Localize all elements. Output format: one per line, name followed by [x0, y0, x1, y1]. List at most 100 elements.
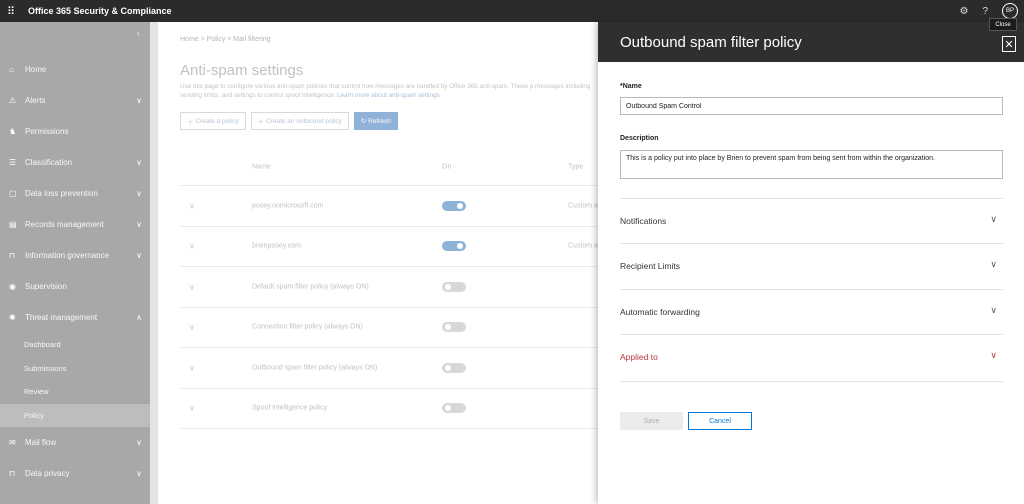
- nav-scrollbar[interactable]: [150, 22, 158, 504]
- chevron-down-icon[interactable]: ∨: [189, 201, 195, 210]
- policy-toggle: [442, 322, 466, 333]
- refresh-label: Refresh: [368, 117, 391, 125]
- nav-item-records-management[interactable]: ▤ Records management ∨: [0, 209, 150, 240]
- policy-toggle: [442, 281, 466, 292]
- chevron-down-icon: ∨: [990, 350, 997, 360]
- close-tooltip: Close: [989, 18, 1017, 31]
- column-header-type[interactable]: Type: [568, 163, 583, 170]
- policy-name: Connection filter policy (always ON): [252, 323, 363, 331]
- chevron-down-icon[interactable]: ∨: [189, 404, 195, 413]
- close-button[interactable]: ✕: [1002, 36, 1016, 52]
- panel-header: Outbound spam filter policy ✕: [598, 22, 1024, 62]
- section-applied-to[interactable]: Applied to ∨: [620, 334, 1003, 379]
- classification-icon: ☰: [9, 158, 17, 167]
- table-row[interactable]: ∨ brienposey.com Custom a: [180, 227, 598, 267]
- nav-subitem-policy[interactable]: Policy: [0, 403, 150, 427]
- table-row[interactable]: ∨ Connection filter policy (always ON): [180, 308, 598, 348]
- main-content: Home > Policy > Mail filtering Anti-spam…: [158, 22, 598, 504]
- chevron-down-icon: ∨: [136, 96, 142, 105]
- gear-icon[interactable]: ⚙: [959, 6, 968, 17]
- alert-icon: ⚠: [9, 96, 17, 105]
- chevron-down-icon: ∨: [990, 305, 997, 315]
- home-icon: ⌂: [9, 65, 14, 74]
- nav-item-supervision[interactable]: ◉ Supervision: [0, 271, 150, 302]
- save-button[interactable]: Save: [620, 412, 683, 430]
- section-notifications[interactable]: Notifications ∨: [620, 198, 1003, 243]
- eye-icon: ◉: [9, 282, 16, 291]
- panel-title: Outbound spam filter policy: [620, 34, 802, 51]
- policy-toggle[interactable]: [442, 241, 466, 252]
- nav-item-threat-management[interactable]: ✺ Threat management ∧: [0, 302, 150, 333]
- nav-item-data-loss-prevention[interactable]: ▢ Data loss prevention ∨: [0, 178, 150, 209]
- plus-icon: ＋: [257, 119, 266, 126]
- biohazard-icon: ✺: [9, 313, 16, 322]
- section-recipient-limits[interactable]: Recipient Limits ∨: [620, 243, 1003, 288]
- nav-subitem-review[interactable]: Review: [0, 380, 150, 404]
- section-automatic-forwarding[interactable]: Automatic forwarding ∨: [620, 289, 1003, 334]
- column-header-on[interactable]: On: [442, 163, 451, 170]
- left-nav: ‹ ⌂ Home ⚠ Alerts ∨ ♞ Permissions ☰ Classific…: [0, 22, 150, 504]
- chevron-down-icon[interactable]: ∨: [189, 282, 195, 291]
- dlp-icon: ▢: [9, 189, 17, 198]
- table-row[interactable]: ∨ posey.onmicrosoft.com Custom a: [180, 186, 598, 227]
- learn-more-link[interactable]: Learn more about anti-spam settings: [337, 92, 440, 99]
- section-label: Applied to: [620, 352, 658, 362]
- refresh-button[interactable]: ↻ Refresh: [353, 112, 398, 130]
- section-label: Recipient Limits: [620, 261, 680, 271]
- nav-item-home[interactable]: ⌂ Home: [0, 54, 150, 85]
- description-textarea[interactable]: This is a policy put into place by Brien…: [620, 150, 1003, 179]
- create-policy-button[interactable]: ＋ Create a policy: [180, 112, 246, 130]
- create-outbound-policy-button[interactable]: ＋ Create an outbound policy: [250, 112, 349, 130]
- column-header-name[interactable]: Name: [252, 163, 271, 170]
- create-outbound-policy-label: Create an outbound policy: [265, 117, 342, 125]
- table-header: Name On Type: [180, 148, 598, 186]
- table-row[interactable]: ∨ Outbound spam filter policy (always ON…: [180, 348, 598, 389]
- chevron-down-icon: ∨: [990, 214, 997, 224]
- nav-item-label: Alerts: [25, 96, 46, 105]
- policy-toggle[interactable]: [442, 200, 466, 211]
- help-icon[interactable]: ?: [982, 6, 988, 17]
- chevron-down-icon: ∨: [990, 259, 997, 269]
- nav-item-data-privacy[interactable]: ⊓ Data privacy ∨: [0, 458, 150, 489]
- section-label: Automatic forwarding: [620, 307, 700, 317]
- close-icon: ✕: [1004, 38, 1014, 51]
- app-title[interactable]: Office 365 Security & Compliance: [28, 6, 172, 16]
- chevron-down-icon: ∨: [136, 438, 142, 447]
- table-row[interactable]: ∨ Default spam filter policy (always ON): [180, 267, 598, 308]
- top-bar: ⠿ Office 365 Security & Compliance ⚙ ? B…: [0, 0, 1024, 22]
- policy-type: Custom a: [568, 242, 598, 250]
- divider: [620, 381, 1003, 382]
- chevron-down-icon[interactable]: ∨: [189, 363, 195, 372]
- nav-item-label: Home: [25, 65, 47, 74]
- nav-item-label: Mail flow: [25, 438, 57, 447]
- nav-list: ⌂ Home ⚠ Alerts ∨ ♞ Permissions ☰ Classificat…: [0, 54, 150, 489]
- breadcrumb[interactable]: Home > Policy > Mail filtering: [180, 36, 271, 43]
- permissions-icon: ♞: [9, 127, 17, 136]
- nav-item-label: Records management: [25, 220, 104, 229]
- avatar[interactable]: BP: [1002, 3, 1018, 19]
- chevron-down-icon[interactable]: ∨: [189, 323, 195, 332]
- nav-item-permissions[interactable]: ♞ Permissions: [0, 116, 150, 147]
- cancel-button[interactable]: Cancel: [688, 412, 752, 430]
- nav-subitem-submissions[interactable]: Submissions: [0, 357, 150, 381]
- app-launcher-icon[interactable]: ⠿: [0, 0, 22, 22]
- nav-item-information-governance[interactable]: ⊓ Information governance ∨: [0, 240, 150, 271]
- nav-item-classification[interactable]: ☰ Classification ∨: [0, 147, 150, 178]
- nav-item-label: Data loss prevention: [25, 189, 98, 198]
- chevron-up-icon: ∧: [136, 313, 142, 322]
- name-input[interactable]: [620, 97, 1003, 115]
- nav-item-mail-flow[interactable]: ✉ Mail flow ∨: [0, 427, 150, 458]
- toolbar: ＋ Create a policy ＋ Create an outbound p…: [180, 112, 398, 130]
- policy-name: Spoof intelligence policy: [252, 404, 328, 412]
- nav-item-alerts[interactable]: ⚠ Alerts ∨: [0, 85, 150, 116]
- records-icon: ▤: [9, 220, 17, 229]
- chevron-down-icon: ∨: [136, 158, 142, 167]
- nav-subitem-dashboard[interactable]: Dashboard: [0, 333, 150, 357]
- chevron-down-icon[interactable]: ∨: [189, 242, 195, 251]
- chevron-left-icon[interactable]: ‹: [137, 28, 140, 39]
- nav-item-label: Supervision: [25, 282, 67, 291]
- page-description: Use this page to configure various anti-…: [180, 82, 598, 100]
- table-row[interactable]: ∨ Spoof intelligence policy: [180, 389, 598, 429]
- nav-item-label: Classification: [25, 158, 73, 167]
- chevron-down-icon: ∨: [136, 251, 142, 260]
